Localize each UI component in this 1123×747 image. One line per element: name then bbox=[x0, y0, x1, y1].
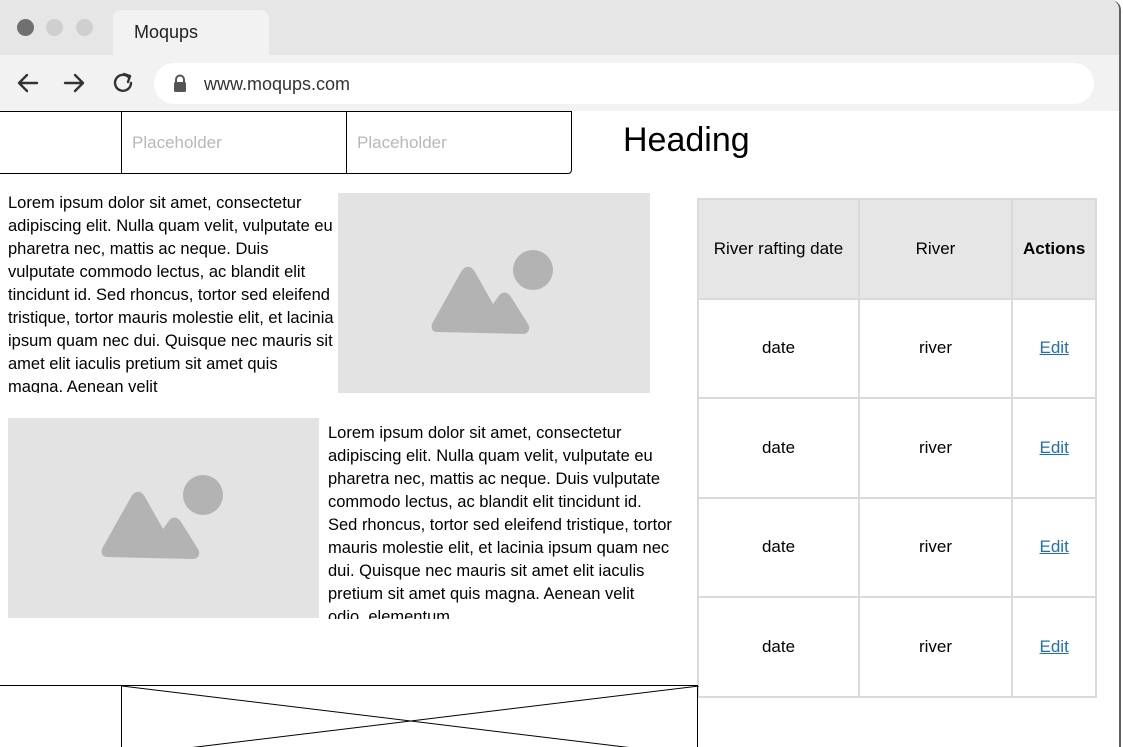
table-header-row: River rafting date River Actions bbox=[697, 198, 1098, 300]
column-header-river: River bbox=[858, 198, 1013, 300]
image-placeholder-1 bbox=[338, 193, 650, 393]
table-row: date river Edit bbox=[697, 496, 1098, 598]
cell-actions: Edit bbox=[1010, 596, 1098, 698]
table-row: date river Edit bbox=[697, 596, 1098, 698]
tab-title: Moqups bbox=[134, 22, 199, 42]
column-header-actions: Actions bbox=[1010, 198, 1098, 300]
table-row: date river Edit bbox=[697, 397, 1098, 499]
left-box bbox=[0, 111, 123, 174]
browser-window: Moqups www.moqups.com Heading Lorem ipsu… bbox=[0, 0, 1121, 747]
column-header-date: River rafting date bbox=[697, 198, 860, 300]
edit-link[interactable]: Edit bbox=[1040, 438, 1069, 457]
cell-actions: Edit bbox=[1010, 397, 1098, 499]
arrow-left-icon[interactable] bbox=[15, 70, 41, 96]
cell-date: date bbox=[697, 596, 860, 698]
cell-date: date bbox=[697, 397, 860, 499]
browser-tab[interactable]: Moqups bbox=[113, 10, 269, 55]
crossed-placeholder-box bbox=[121, 685, 699, 747]
edit-link[interactable]: Edit bbox=[1040, 637, 1069, 656]
maximize-window-button[interactable] bbox=[76, 19, 93, 36]
table-row: date river Edit bbox=[697, 297, 1098, 399]
text-input-1[interactable] bbox=[121, 111, 347, 174]
paragraph-2: Lorem ipsum dolor sit amet, consectetur … bbox=[328, 424, 672, 619]
page-heading: Heading bbox=[623, 121, 750, 159]
edit-link[interactable]: Edit bbox=[1040, 537, 1069, 556]
text-input-2[interactable] bbox=[346, 111, 572, 174]
image-placeholder-icon bbox=[431, 250, 553, 334]
url-text: www.moqups.com bbox=[204, 74, 351, 94]
minimize-window-button[interactable] bbox=[46, 19, 63, 36]
cell-actions: Edit bbox=[1010, 297, 1098, 399]
cell-river: river bbox=[858, 297, 1013, 399]
cell-date: date bbox=[697, 297, 860, 399]
lock-icon bbox=[174, 74, 186, 92]
cell-river: river bbox=[858, 397, 1013, 499]
page-content: Heading Lorem ipsum dolor sit amet, cons… bbox=[0, 111, 1119, 747]
image-placeholder-icon bbox=[101, 475, 223, 559]
paragraph-1: Lorem ipsum dolor sit amet, consectetur … bbox=[8, 194, 334, 393]
cell-river: river bbox=[858, 496, 1013, 598]
rafting-table: River rafting date River Actions date ri… bbox=[697, 198, 1098, 698]
close-window-button[interactable] bbox=[17, 19, 34, 36]
address-bar[interactable]: www.moqups.com bbox=[154, 63, 1094, 104]
cross-lines bbox=[122, 686, 699, 747]
divider-line bbox=[0, 685, 122, 686]
reload-icon[interactable] bbox=[110, 70, 136, 96]
cell-river: river bbox=[858, 596, 1013, 698]
edit-link[interactable]: Edit bbox=[1040, 338, 1069, 357]
cell-actions: Edit bbox=[1010, 496, 1098, 598]
navigation-bar: www.moqups.com bbox=[0, 55, 1119, 111]
image-placeholder-2 bbox=[8, 418, 319, 618]
title-bar: Moqups bbox=[0, 0, 1119, 55]
cell-date: date bbox=[697, 496, 860, 598]
arrow-right-icon[interactable] bbox=[61, 70, 87, 96]
